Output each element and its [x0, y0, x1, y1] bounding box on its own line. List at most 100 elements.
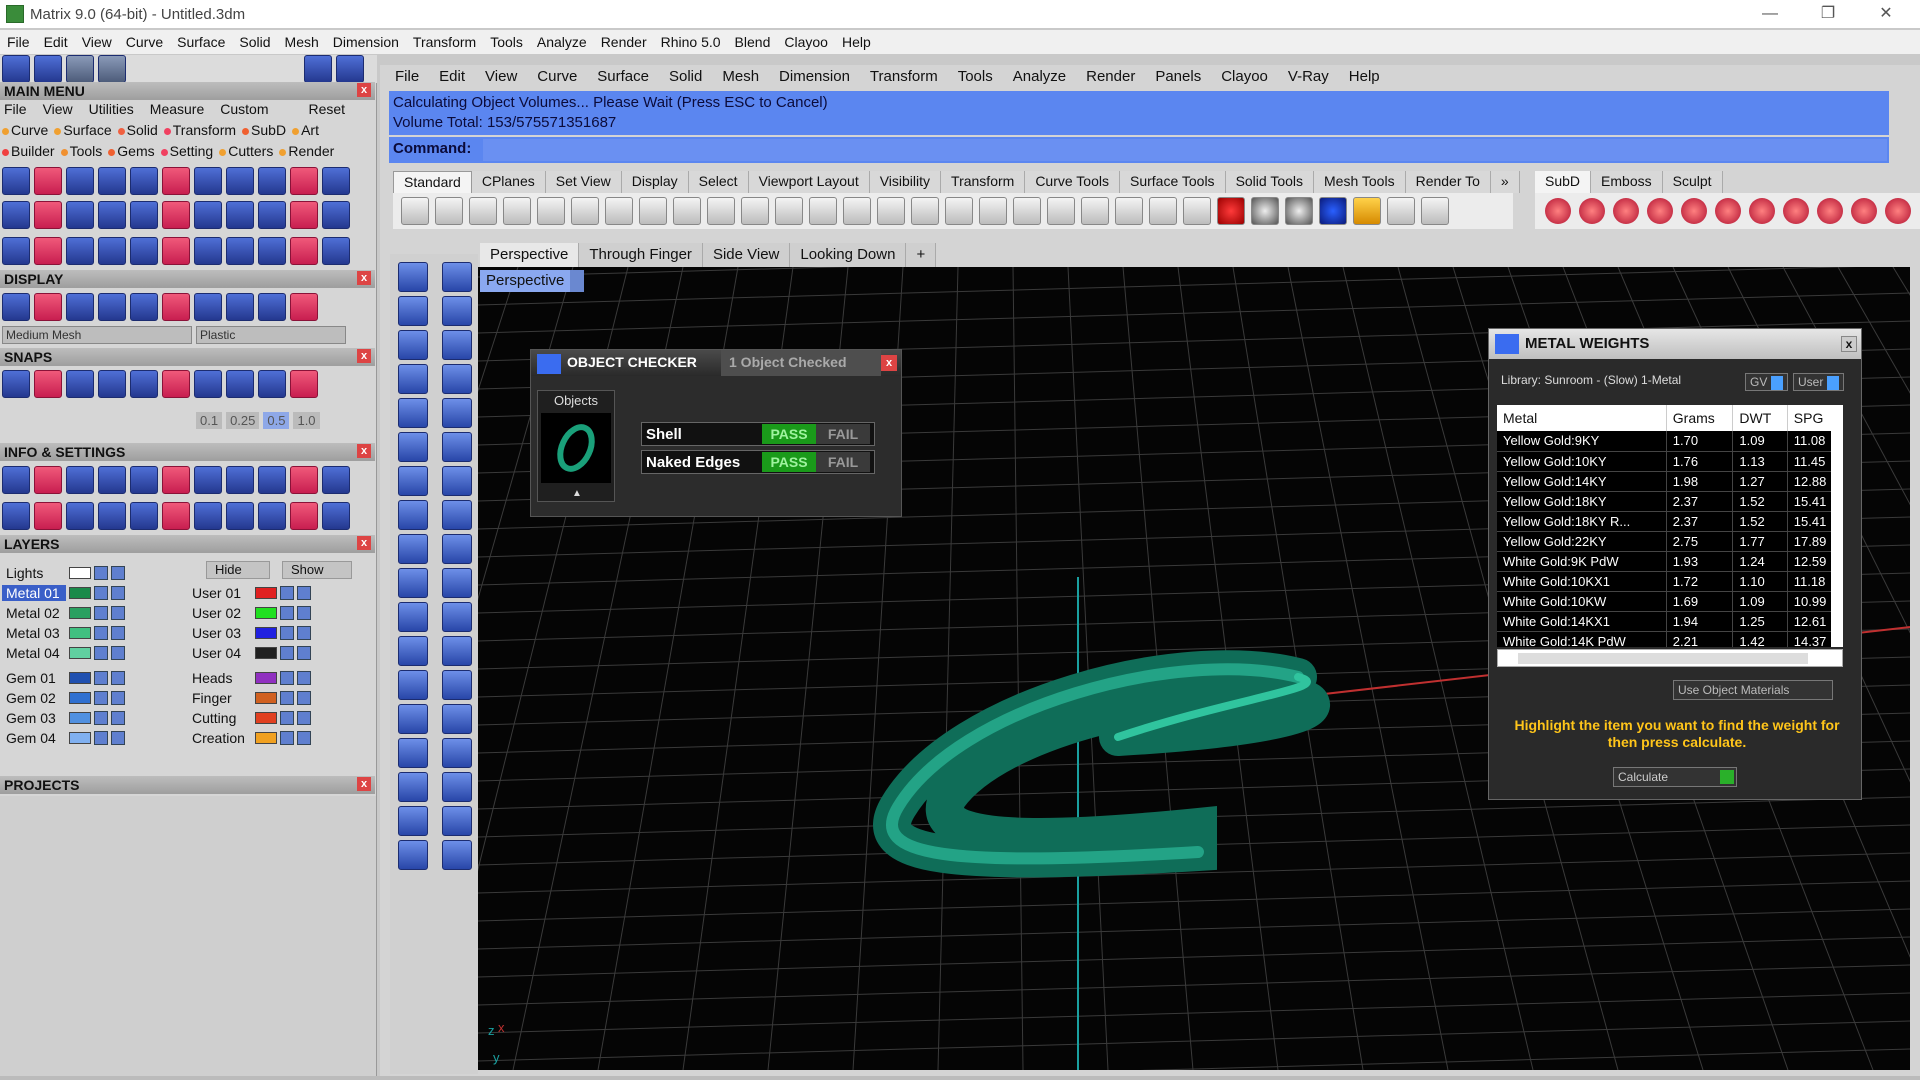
calculate-button[interactable]: Calculate: [1613, 767, 1737, 787]
rhino-menu-solid[interactable]: Solid: [659, 68, 712, 85]
add-viewport-icon[interactable]: +: [906, 243, 937, 267]
tool-icon[interactable]: [130, 502, 158, 530]
menu-blend[interactable]: Blend: [728, 34, 778, 50]
side-tool-icon[interactable]: [398, 398, 428, 428]
mm-reset[interactable]: Reset: [308, 101, 345, 117]
side-tool-icon[interactable]: [398, 466, 428, 496]
side-tool-icon[interactable]: [442, 772, 472, 802]
layer-row[interactable]: Metal 04: [2, 643, 125, 662]
layer-color-swatch[interactable]: [69, 671, 91, 684]
side-tool-icon[interactable]: [442, 330, 472, 360]
tool-icon[interactable]: [130, 370, 158, 398]
close-icon[interactable]: x: [357, 777, 371, 791]
side-tool-icon[interactable]: [442, 432, 472, 462]
side-tool-icon[interactable]: [442, 364, 472, 394]
menu-curve[interactable]: Curve: [119, 34, 170, 50]
close-icon[interactable]: x: [881, 355, 897, 371]
lightbulb-icon[interactable]: [111, 670, 125, 685]
side-tool-icon[interactable]: [442, 500, 472, 530]
subd-tool-icon[interactable]: [1783, 198, 1809, 224]
category-curve[interactable]: Curve: [2, 122, 48, 138]
subd-tool-icon[interactable]: [1681, 198, 1707, 224]
side-tool-icon[interactable]: [398, 534, 428, 564]
mm-file[interactable]: File: [4, 101, 27, 117]
matrix-logo-icon[interactable]: [2, 55, 30, 83]
maximize-button[interactable]: ❐: [1800, 0, 1856, 28]
layer-row[interactable]: User 01: [188, 583, 311, 602]
viewport-tab-perspective[interactable]: Perspective: [480, 243, 580, 267]
tool-icon[interactable]: [162, 370, 190, 398]
snap-value-1[interactable]: 0.25: [226, 412, 260, 429]
lock-icon[interactable]: [94, 710, 108, 725]
tool-icon[interactable]: [162, 466, 190, 494]
side-tool-icon[interactable]: [398, 500, 428, 530]
lock-icon[interactable]: [94, 670, 108, 685]
menu-file[interactable]: File: [0, 34, 37, 50]
close-icon[interactable]: x: [357, 444, 371, 458]
close-icon[interactable]: x: [357, 349, 371, 363]
menu-rhino5[interactable]: Rhino 5.0: [654, 34, 728, 50]
table-row[interactable]: White Gold:10KW 1.69 1.09 10.99: [1497, 591, 1843, 612]
side-tool-icon[interactable]: [398, 262, 428, 292]
tool-icon[interactable]: [130, 167, 158, 195]
tool-icon[interactable]: [258, 293, 286, 321]
subd-tool-icon[interactable]: [1545, 198, 1571, 224]
layer-row[interactable]: Creation: [188, 728, 311, 747]
subd-tool-icon[interactable]: [1613, 198, 1639, 224]
side-tool-icon[interactable]: [442, 704, 472, 734]
chevron-down-icon[interactable]: [570, 270, 584, 292]
side-tool-icon[interactable]: [442, 466, 472, 496]
fail-button[interactable]: FAIL: [816, 452, 870, 472]
gv-toggle[interactable]: GV: [1745, 373, 1789, 391]
pass-button[interactable]: PASS: [762, 452, 816, 472]
tool-icon[interactable]: [258, 466, 286, 494]
lightbulb-icon[interactable]: [297, 585, 311, 600]
tab-render-to[interactable]: Render To: [1405, 171, 1491, 193]
tool-icon[interactable]: [162, 293, 190, 321]
tool-icon[interactable]: [290, 167, 318, 195]
tool-icon[interactable]: [34, 237, 62, 265]
use-object-materials-button[interactable]: Use Object Materials: [1673, 680, 1833, 700]
tool-icon[interactable]: [66, 370, 94, 398]
category-art[interactable]: Art: [292, 122, 319, 138]
tool-icon[interactable]: [34, 370, 62, 398]
close-icon[interactable]: x: [357, 83, 371, 97]
toolbar-button-icon[interactable]: [979, 197, 1007, 225]
menu-view[interactable]: View: [75, 34, 119, 50]
check-icon[interactable]: [34, 55, 62, 83]
minimize-button[interactable]: —: [1742, 0, 1798, 28]
menu-solid[interactable]: Solid: [232, 34, 277, 50]
fail-button[interactable]: FAIL: [816, 424, 870, 444]
layer-row[interactable]: Gem 04: [2, 728, 125, 747]
rhino-menu-analyze[interactable]: Analyze: [1003, 68, 1076, 85]
lock-icon[interactable]: [280, 730, 294, 745]
tab-viewport-layout[interactable]: Viewport Layout: [748, 171, 870, 193]
tool-icon[interactable]: [162, 502, 190, 530]
table-row[interactable]: Yellow Gold:18KY R... 2.37 1.52 15.41: [1497, 511, 1843, 532]
layer-color-swatch[interactable]: [255, 626, 277, 639]
side-tool-icon[interactable]: [442, 568, 472, 598]
toolbar-button-icon[interactable]: [537, 197, 565, 225]
tool-icon[interactable]: [34, 466, 62, 494]
menu-dimension[interactable]: Dimension: [326, 34, 406, 50]
layer-color-swatch[interactable]: [255, 606, 277, 619]
lightbulb-icon[interactable]: [111, 605, 125, 620]
toolbar-button-icon[interactable]: [1013, 197, 1041, 225]
side-tool-icon[interactable]: [442, 670, 472, 700]
mm-utilities[interactable]: Utilities: [89, 101, 134, 117]
toolbar-button-icon[interactable]: [1047, 197, 1075, 225]
tool-icon[interactable]: [290, 237, 318, 265]
collapse-arrow-icon[interactable]: ▲: [538, 488, 616, 499]
lightbulb-icon[interactable]: [111, 710, 125, 725]
lock-icon[interactable]: [94, 690, 108, 705]
side-tool-icon[interactable]: [442, 262, 472, 292]
side-tool-icon[interactable]: [398, 432, 428, 462]
tool-icon[interactable]: [98, 466, 126, 494]
tool-icon[interactable]: [226, 370, 254, 398]
toolbar-button-icon[interactable]: [707, 197, 735, 225]
lock-icon[interactable]: [280, 625, 294, 640]
lightbulb-icon[interactable]: [297, 625, 311, 640]
tool-icon[interactable]: [226, 201, 254, 229]
side-tool-icon[interactable]: [442, 602, 472, 632]
lock-icon[interactable]: [280, 710, 294, 725]
